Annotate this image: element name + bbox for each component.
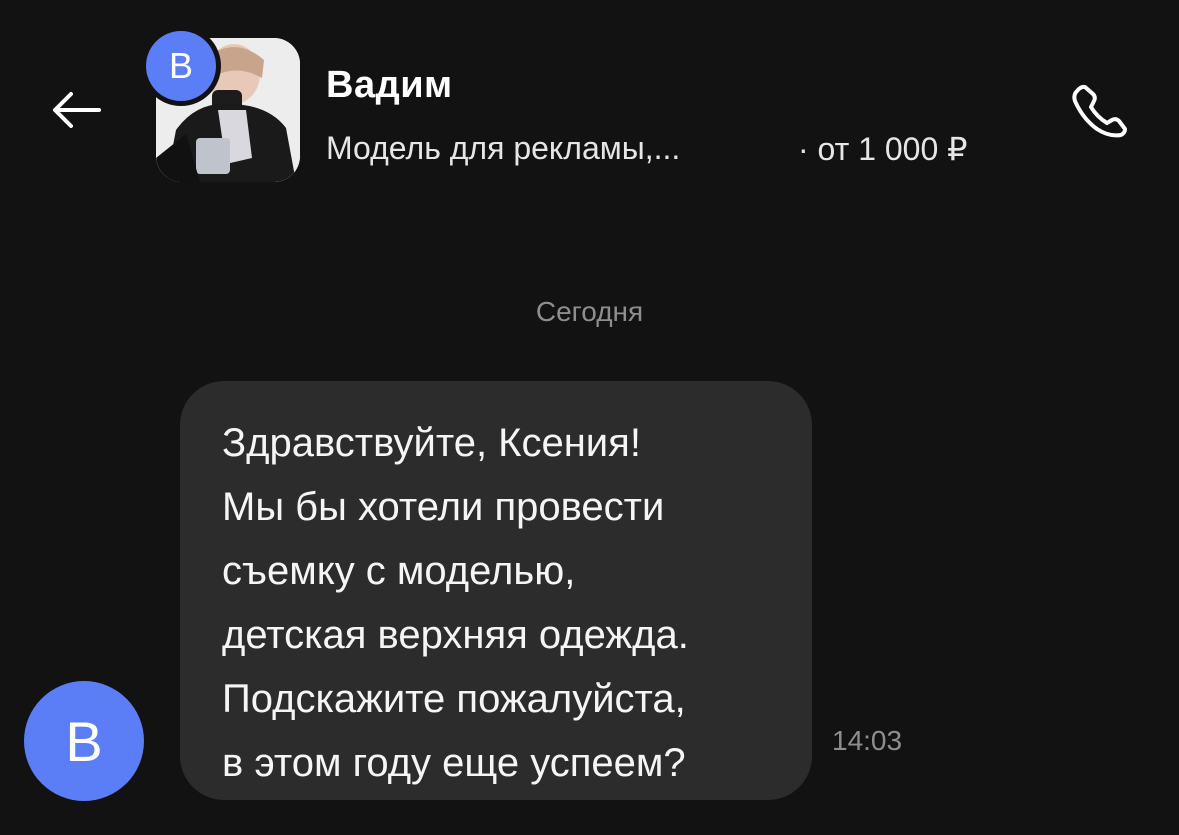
message-text-line: детская верхняя одежда. (222, 613, 689, 657)
message-timestamp: 14:03 (832, 725, 903, 756)
message-text-line: съемку с моделью, (222, 549, 576, 593)
contact-avatar-letter: B (168, 45, 193, 86)
listing-price: · от 1 000 ₽ (798, 131, 968, 167)
back-button[interactable] (44, 78, 108, 142)
message-text-line: Здравствуйте, Ксения! (222, 421, 641, 465)
message-text-line: в этом году еще успеем? (222, 741, 686, 785)
chat-screen: B Вадим Модель для рекламы,... · от 1 00… (0, 0, 1179, 835)
message-avatar-letter: B (65, 709, 103, 773)
phone-icon (1072, 84, 1127, 138)
message-avatar[interactable]: B (24, 681, 144, 801)
arrow-left-icon (53, 92, 101, 128)
listing-title[interactable]: Модель для рекламы,... (326, 130, 680, 167)
contact-name[interactable]: Вадим (326, 64, 453, 107)
message-bubble[interactable]: Здравствуйте, Ксения! Мы бы хотели прове… (180, 381, 812, 800)
message-text-line: Мы бы хотели провести (222, 485, 665, 529)
contact-avatar[interactable]: B (146, 31, 216, 101)
date-separator: Сегодня (535, 296, 644, 327)
message-text-line: Подскажите пожалуйста, (222, 677, 686, 721)
call-button[interactable] (1064, 78, 1136, 142)
